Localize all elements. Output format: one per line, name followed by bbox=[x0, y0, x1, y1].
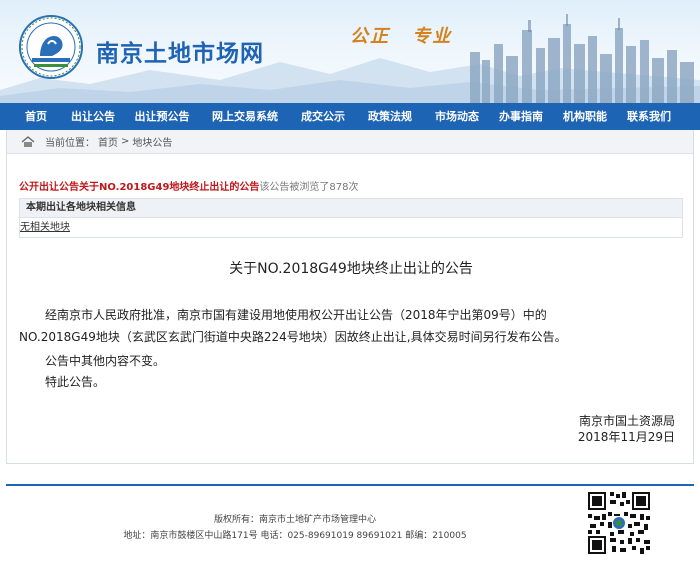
footer-address: 地址：南京市鼓楼区中山路171号 电话：025-89691019 8969102… bbox=[123, 531, 467, 541]
main-nav: 首页 出让公告 出让预公告 网上交易系统 成交公示 政策法规 市场动态 办事指南… bbox=[0, 103, 700, 130]
nav-item-home[interactable]: 首页 bbox=[10, 103, 62, 130]
article-para-1-line-1: 经南京市人民政府批准，南京市国有建设用地使用权公开出让公告（2018年宁出第09… bbox=[45, 308, 547, 322]
site-title: 南京土地市场网 bbox=[96, 41, 264, 67]
site-header: 南京土地市场网 公正 专业 bbox=[0, 0, 700, 103]
nav-item-market-news[interactable]: 市场动态 bbox=[424, 103, 490, 130]
breadcrumb-current[interactable]: 地块公告 bbox=[132, 134, 172, 149]
no-related-parcel-link[interactable]: 无相关地块 bbox=[20, 222, 70, 233]
notice-label: 公开出让公告关于NO.2018G49地块终止出让的公告 bbox=[19, 182, 260, 193]
site-logo bbox=[19, 15, 83, 79]
nav-item-guide[interactable]: 办事指南 bbox=[490, 103, 552, 130]
slogan: 公正 专业 bbox=[350, 22, 466, 48]
slogan-fairness: 公正 bbox=[350, 26, 390, 47]
nav-item-transfer-notice[interactable]: 出让公告 bbox=[62, 103, 124, 130]
content-panel: 当前位置： 首页 > 地块公告 公开出让公告关于NO.2018G49地块终止出让… bbox=[6, 130, 694, 464]
nav-item-functions[interactable]: 机构职能 bbox=[552, 103, 618, 130]
parcel-info-row: 无相关地块 bbox=[19, 218, 683, 238]
breadcrumb-prefix: 当前位置： bbox=[45, 138, 95, 149]
view-count: 该公告被浏览了878次 bbox=[259, 182, 359, 193]
sign-org: 南京市国土资源局 bbox=[578, 414, 675, 428]
nav-item-pre-notice[interactable]: 出让预公告 bbox=[124, 103, 200, 130]
breadcrumb-separator: > bbox=[121, 136, 130, 147]
nav-item-online-trading[interactable]: 网上交易系统 bbox=[200, 103, 290, 130]
parcel-info-header: 本期出让各地块相关信息 bbox=[19, 198, 683, 218]
footer-copyright: 版权所有：南京市土地矿产市场管理中心 bbox=[213, 515, 376, 525]
article-para-2: 公告中其他内容不变。 bbox=[45, 354, 166, 368]
breadcrumb: 当前位置： 首页 > 地块公告 bbox=[7, 130, 693, 154]
article-para-3: 特此公告。 bbox=[45, 375, 106, 389]
footer-divider bbox=[6, 484, 694, 486]
notice-line: 公开出让公告关于NO.2018G49地块终止出让的公告该公告被浏览了878次 bbox=[19, 178, 359, 193]
sign-date: 2018年11月29日 bbox=[577, 430, 675, 444]
qr-code bbox=[586, 490, 652, 556]
article-para-1-line-2: NO.2018G49地块（玄武区玄武门街道中央路224号地块）因故终止出让,具体… bbox=[19, 330, 567, 344]
home-icon bbox=[21, 135, 35, 147]
article-title: 关于NO.2018G49地块终止出让的公告 bbox=[229, 261, 473, 277]
breadcrumb-home-link[interactable]: 首页 bbox=[98, 134, 118, 149]
nav-item-contact[interactable]: 联系我们 bbox=[618, 103, 680, 130]
slogan-professional: 专业 bbox=[412, 26, 453, 47]
nav-item-deal-public[interactable]: 成交公示 bbox=[290, 103, 356, 130]
nav-item-policy[interactable]: 政策法规 bbox=[356, 103, 424, 130]
